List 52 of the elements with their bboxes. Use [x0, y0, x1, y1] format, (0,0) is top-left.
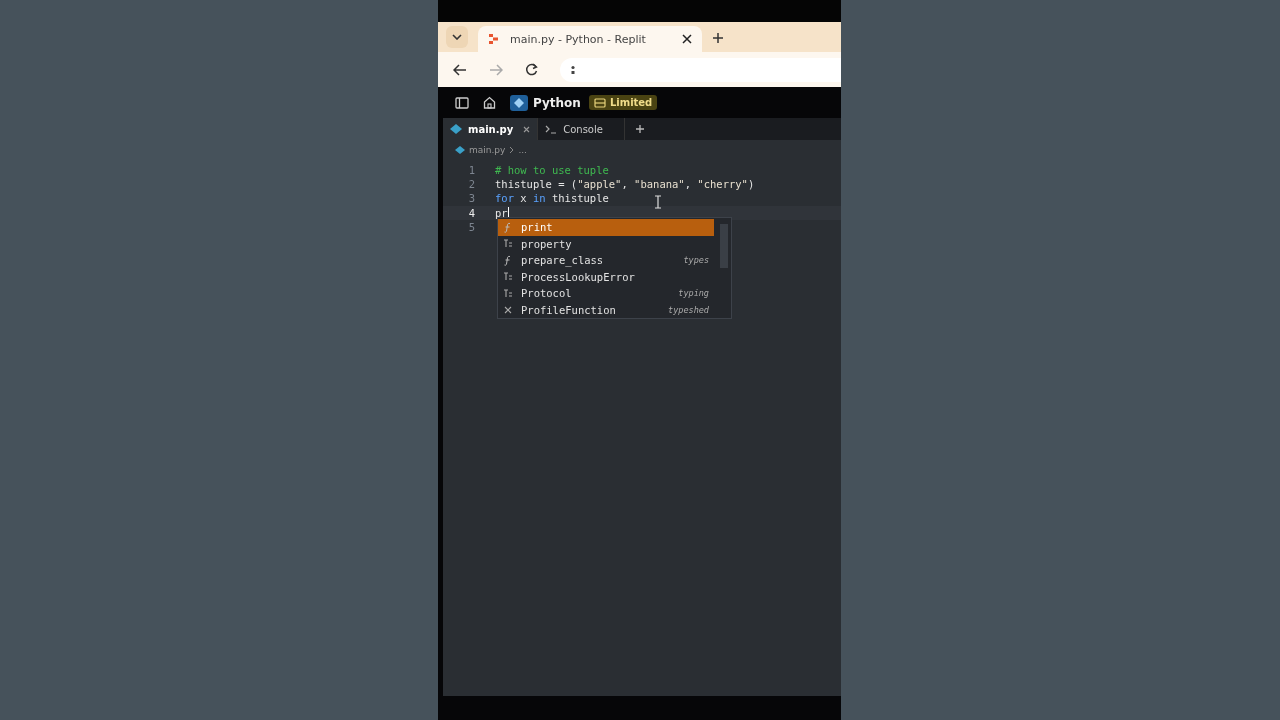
- class-icon: [503, 271, 513, 283]
- tab-title: main.py - Python - Replit: [510, 32, 647, 46]
- back-arrow-icon[interactable]: [453, 63, 467, 76]
- line-number: 2: [467, 178, 475, 191]
- reload-icon[interactable]: [525, 63, 538, 76]
- home-icon[interactable]: [483, 96, 496, 109]
- logo-icon: [488, 33, 500, 45]
- scrollbar[interactable]: [720, 224, 728, 268]
- completion-detail: typing: [678, 288, 709, 299]
- editor-tab[interactable]: main.py: [443, 118, 539, 140]
- server-icon: [593, 97, 606, 108]
- completion-item[interactable]: Protocol typing: [498, 285, 714, 302]
- python-file-icon: [450, 124, 462, 134]
- python-logo-icon: [510, 94, 528, 111]
- chevron-down-icon: [452, 34, 462, 40]
- function-icon: [503, 221, 513, 233]
- line-number: 3: [467, 192, 475, 205]
- plus-icon[interactable]: [635, 124, 646, 134]
- completion-item[interactable]: ProfileFunction typeshed: [498, 301, 714, 318]
- code-line: for x in thistuple: [495, 192, 609, 205]
- line-number: 4: [467, 206, 475, 219]
- class-icon: [503, 238, 513, 250]
- line-number: 1: [467, 164, 475, 177]
- chevron-right-icon: [509, 146, 515, 154]
- text-cursor: [507, 206, 509, 219]
- terminal-icon: [545, 124, 558, 134]
- code-line: # how to use tuple: [495, 164, 609, 177]
- completion-item[interactable]: property: [498, 235, 714, 252]
- line-number: 5: [467, 220, 475, 233]
- python-file-icon: [455, 146, 465, 154]
- completion-item[interactable]: print: [498, 219, 714, 236]
- completion-detail: typeshed: [668, 304, 709, 315]
- breadcrumb-item[interactable]: ...: [518, 145, 527, 155]
- completion-item[interactable]: ProcessLookupError: [498, 268, 714, 285]
- variable-icon: [503, 304, 513, 316]
- function-icon: [503, 254, 513, 266]
- code-line: thistuple = ("apple", "banana", "cherry"): [495, 178, 755, 191]
- sidebar-toggle-icon[interactable]: [455, 96, 469, 109]
- class-icon: [503, 287, 513, 299]
- text-cursor-icon: [654, 195, 662, 209]
- completion-item[interactable]: prepare_class types: [498, 252, 714, 269]
- completion-detail: types: [683, 255, 709, 266]
- plus-icon[interactable]: [712, 32, 724, 44]
- forward-arrow-icon: [489, 63, 503, 76]
- close-icon[interactable]: [682, 34, 692, 44]
- browser-tab[interactable]: main.py - Python - Replit: [478, 26, 702, 52]
- plan-badge[interactable]: Limited: [588, 95, 658, 110]
- site-info-icon[interactable]: [570, 64, 576, 75]
- breadcrumb-item[interactable]: main.py: [469, 145, 506, 155]
- project-name[interactable]: Python: [533, 95, 581, 110]
- tab-list-button[interactable]: [446, 26, 468, 48]
- code-line: pr: [495, 206, 509, 219]
